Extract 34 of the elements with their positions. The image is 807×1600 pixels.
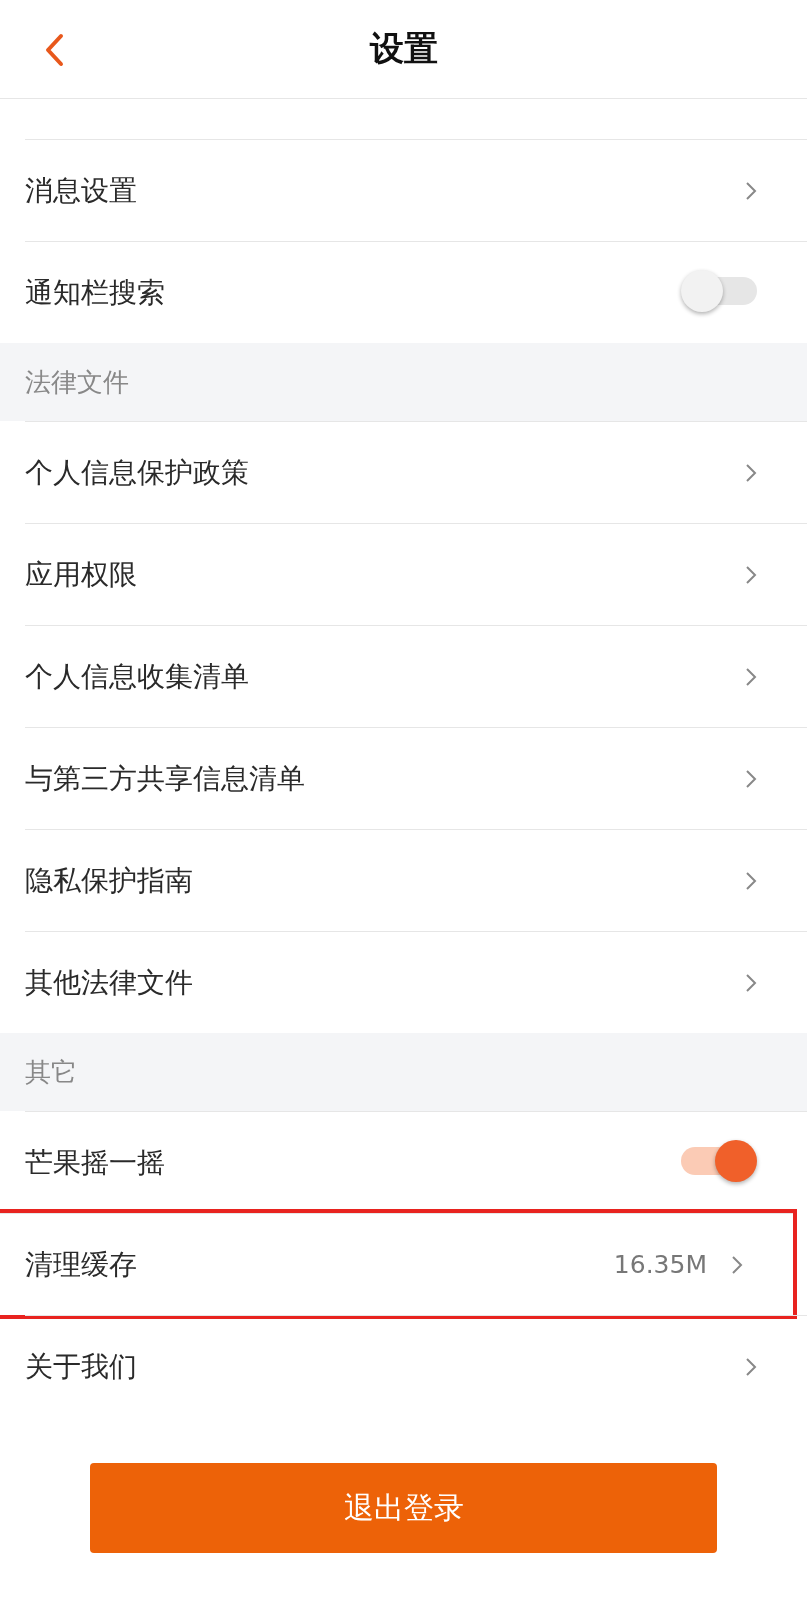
settings-row[interactable]: 个人信息收集清单	[25, 625, 807, 727]
row-label: 个人信息收集清单	[25, 658, 249, 695]
chevron-right-icon	[745, 564, 757, 585]
highlighted-row[interactable]: 清理缓存 16.35M	[0, 1213, 793, 1315]
row-label: 应用权限	[25, 556, 137, 593]
settings-row[interactable]: 消息设置	[25, 139, 807, 241]
settings-row[interactable]: 芒果摇一摇	[25, 1111, 807, 1213]
row-label: 与第三方共享信息清单	[25, 760, 305, 797]
chevron-right-icon	[745, 666, 757, 687]
settings-row[interactable]: 与第三方共享信息清单	[25, 727, 807, 829]
chevron-right-icon	[731, 1254, 743, 1275]
row-label: 芒果摇一摇	[25, 1144, 165, 1181]
row-label: 通知栏搜索	[25, 274, 165, 311]
section-title: 其它	[25, 1055, 77, 1089]
row-label: 个人信息保护政策	[25, 454, 249, 491]
settings-row[interactable]: 关于我们	[25, 1315, 807, 1417]
chevron-right-icon	[745, 180, 757, 201]
chevron-right-icon	[745, 462, 757, 483]
back-icon[interactable]	[44, 33, 64, 67]
chevron-right-icon	[745, 972, 757, 993]
row-label: 其他法律文件	[25, 964, 193, 1001]
chevron-right-icon	[745, 1356, 757, 1377]
row-label: 清理缓存	[25, 1246, 137, 1283]
section-title: 法律文件	[25, 365, 129, 399]
settings-row[interactable]: 隐私保护指南	[25, 829, 807, 931]
settings-row[interactable]: 个人信息保护政策	[25, 421, 807, 523]
chevron-right-icon	[745, 768, 757, 789]
page-title: 设置	[369, 27, 438, 70]
chevron-right-icon	[745, 870, 757, 891]
row-value: 16.35M	[613, 1250, 707, 1279]
row-label: 消息设置	[25, 172, 137, 209]
row-label: 隐私保护指南	[25, 862, 193, 899]
settings-row[interactable]: 应用权限	[25, 523, 807, 625]
row-label: 关于我们	[25, 1348, 137, 1385]
